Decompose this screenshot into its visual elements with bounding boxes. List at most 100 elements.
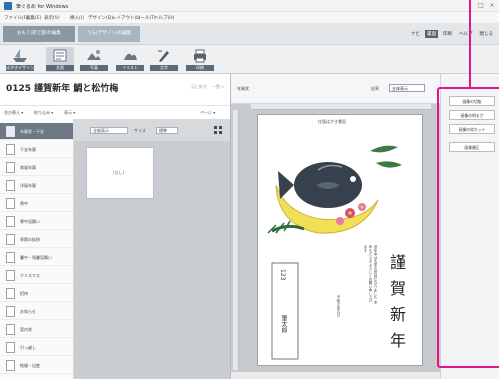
menu-bar: ファイル(F) 編集(E) 表示(V) 挿入(I) デザイン(D) レイアウト(… (0, 12, 499, 23)
category-icon (6, 162, 15, 173)
greeting-char: 新 (390, 305, 407, 324)
category-icon (6, 198, 15, 209)
brush-icon (158, 50, 169, 62)
annotation-pointer (469, 0, 471, 89)
sender-name: 筆太郎 (280, 315, 287, 333)
postcard-top-label: 往復はがき書面 (318, 119, 346, 124)
category-icon (6, 252, 15, 263)
print-button[interactable]: 印刷 (441, 30, 454, 38)
category-item[interactable]: 寒中見舞い (0, 213, 73, 230)
surface-button[interactable]: 裏面 (425, 30, 438, 38)
category-item[interactable]: クリスマス (0, 267, 73, 284)
category-item[interactable]: 暑中・残暑見舞い (0, 249, 73, 266)
category-icon (6, 360, 15, 371)
tab-back-edit[interactable]: うら(デザイン)の編集 (78, 26, 140, 42)
sort-bar: 並び替え ▾ 絞り込み ▾ 表示 ▾ ページ ▾ (0, 106, 230, 119)
template-title: 0125 謹賀新年 鯛と松竹梅 (6, 84, 119, 94)
annotation-highlight (437, 87, 499, 368)
sender-postcode: 123 (279, 269, 286, 281)
list-button[interactable]: 一覧へ (212, 84, 224, 89)
illustration-icon (124, 53, 137, 60)
menu-view[interactable]: 表示(V) (44, 15, 60, 21)
view-dropdown[interactable]: 表示 ▾ (64, 110, 75, 116)
menu-design[interactable]: デザイン(D) (88, 15, 113, 21)
help-button[interactable]: ヘルプ (457, 30, 475, 38)
close-button[interactable]: × (488, 2, 496, 10)
menu-help[interactable]: ヘルプ(H) (154, 15, 174, 21)
category-item[interactable]: 洋風年賀 (0, 177, 73, 194)
text-icon (53, 49, 67, 62)
printer-icon (194, 49, 206, 63)
postcard-canvas[interactable]: 往復はがき書面 謹 賀 新 年 旧年中は大変お世話になりました 本年もどうぞよろ… (257, 114, 423, 366)
thumbnail-panel: 全般表示 サイズ 標準 (なし) (74, 119, 230, 379)
category-item[interactable]: 招待 (0, 285, 73, 302)
category-item[interactable]: 引っ越し (0, 339, 73, 356)
template-actions: 元に戻す 一覧へ (191, 84, 224, 90)
ribbon: はがきデザイン 文面 写真 イラスト 文字 印刷 (0, 45, 499, 74)
sort-dropdown[interactable]: 並び替え ▾ (4, 110, 23, 116)
ruler-horizontal (251, 104, 431, 110)
greeting-char: 賀 (390, 279, 407, 298)
grid-view-icon[interactable] (214, 126, 222, 134)
thumbnail-toolbar: 全般表示 サイズ 標準 (74, 119, 230, 141)
category-item[interactable]: 喪中 (0, 195, 73, 212)
filter-dropdown[interactable]: 絞り込み ▾ (34, 110, 53, 116)
year-line: 令和七年元旦 (337, 295, 341, 317)
category-icon (6, 180, 15, 191)
ribbon-design-button[interactable]: はがきデザイン (6, 47, 34, 72)
navi-button[interactable]: ナビ (409, 30, 422, 38)
mode-tabs: おもて(宛て面)の編集 うら(デザイン)の編集 ナビ 裏面 印刷 ヘルプ 閉じる (0, 23, 499, 45)
filter-select[interactable]: 全般表示 (90, 127, 128, 134)
app-icon (4, 2, 12, 10)
thumbnail-caption: (なし) (113, 170, 125, 175)
template-header: 0125 謹賀新年 鯛と松竹梅 元に戻す 一覧へ (0, 74, 230, 106)
template-thumbnail[interactable]: (なし) (86, 147, 154, 199)
category-icon (6, 126, 15, 137)
category-icon (6, 270, 15, 281)
ribbon-text-button[interactable]: 文面 (46, 47, 74, 72)
boat-icon (13, 49, 27, 62)
category-item[interactable]: 結婚・出産 (0, 357, 73, 374)
menu-insert[interactable]: 挿入(I) (70, 15, 84, 21)
category-item[interactable]: 和風年賀 (0, 159, 73, 176)
ribbon-print-button[interactable]: 印刷 (186, 47, 214, 72)
category-item[interactable]: 季節の挨拶 (0, 231, 73, 248)
tab-front-edit[interactable]: おもて(宛て面)の編集 (3, 26, 75, 42)
message-text: 旧年中は大変お世話になりました 本年もどうぞよろしくお願い申し上げます (364, 245, 378, 304)
menu-tool[interactable]: ツール(T) (136, 15, 156, 21)
title-bar: 筆ぐるめ for Windows – □ × (0, 0, 499, 12)
category-sidebar: 年賀状・干支 干支年賀 和風年賀 洋風年賀 喪中 寒中見舞い 季節の挨拶 暑中・… (0, 119, 74, 379)
category-icon (6, 288, 15, 299)
ruler-vertical (233, 110, 239, 370)
canvas-name: 年賀状 (237, 86, 249, 91)
category-icon (6, 234, 15, 245)
category-item[interactable]: 年賀状・干支 (0, 123, 73, 140)
greeting-char: 年 (390, 331, 407, 350)
category-icon (6, 342, 15, 353)
ribbon-photo-button[interactable]: 写真 (80, 47, 108, 72)
menu-file[interactable]: ファイル(F) (4, 15, 28, 21)
category-icon (6, 216, 15, 227)
canvas-footer (231, 372, 441, 379)
category-icon (6, 324, 15, 335)
window-title: 筆ぐるめ for Windows (16, 4, 69, 10)
greeting-char: 謹 (390, 253, 407, 272)
size-label: サイズ (134, 128, 146, 133)
close-tool-button[interactable]: 閉じる (478, 30, 496, 38)
page-dropdown[interactable]: ページ ▾ (200, 110, 215, 116)
ribbon-illust-button[interactable]: イラスト (116, 47, 144, 72)
category-item[interactable]: 案内状 (0, 321, 73, 338)
category-item[interactable]: お知らせ (0, 303, 73, 320)
ribbon-text-tool-button[interactable]: 文字 (150, 47, 178, 72)
maximize-button[interactable]: □ (477, 2, 485, 10)
zoom-label: 倍率 (371, 86, 379, 91)
zoom-select[interactable]: 全体表示 (389, 84, 425, 92)
canvas-header: 年賀状 倍率 全体表示 (231, 74, 441, 104)
size-select[interactable]: 標準 (156, 127, 178, 134)
back-button[interactable]: 元に戻す (191, 84, 207, 89)
canvas-area: 年賀状 倍率 全体表示 往復はがき書面 謹 賀 新 年 旧年中は大変お世話になり… (230, 74, 441, 379)
category-item[interactable]: 干支年賀 (0, 141, 73, 158)
photo-icon (87, 50, 101, 60)
top-tools: ナビ 裏面 印刷 ヘルプ 閉じる (409, 30, 495, 38)
menu-edit[interactable]: 編集(E) (26, 15, 41, 21)
